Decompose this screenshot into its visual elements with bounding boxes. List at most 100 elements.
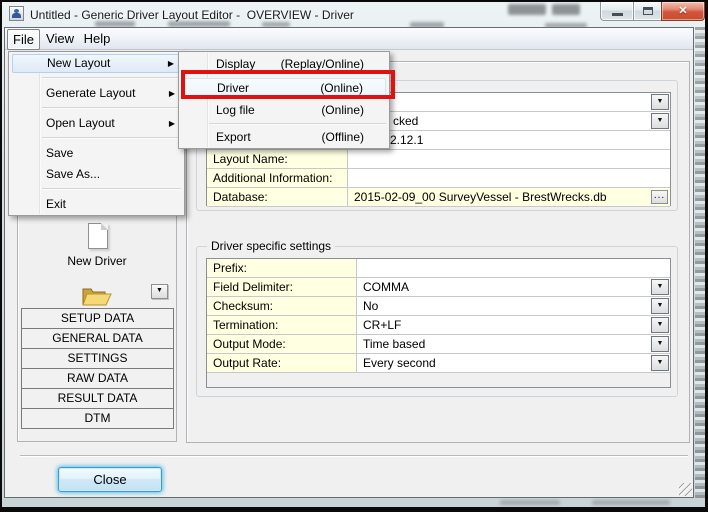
field-value-combobox[interactable] [348,93,670,112]
checksum-combobox[interactable]: No [357,297,670,316]
output-mode-combobox[interactable]: Time based [357,335,670,354]
background-window-artifact [508,4,546,15]
app-icon-person-body [12,13,21,18]
minimize-button[interactable] [600,2,634,21]
field-label: Output Rate: [207,354,357,373]
field-label: Termination: [207,316,357,335]
footer-separator [20,455,688,456]
chevron-down-icon: ▼ [656,98,664,105]
chevron-down-icon: ▼ [656,359,664,366]
menu-help[interactable]: Help [79,29,115,48]
menu-item-generate-layout[interactable]: Generate Layout ▶ [12,84,181,103]
sidebar-button-setup-data[interactable]: SETUP DATA [21,308,174,329]
field-label: Prefix: [207,259,357,278]
dropdown-button[interactable]: ▼ [651,298,669,314]
close-icon: ✕ [678,5,688,17]
mode-hint: (Online) [321,103,364,117]
menu-item-save-as[interactable]: Save As... [12,165,181,184]
sidebar-button-settings[interactable]: SETTINGS [21,348,174,369]
submenu-arrow-icon: ▶ [168,89,175,98]
sidebar-button-dtm[interactable]: DTM [21,408,174,429]
menu-gutter [39,53,40,214]
menu-separator [42,107,181,108]
screenshot: Untitled - Generic Driver Layout Editor … [0,0,708,512]
dropdown-button[interactable]: ▼ [651,317,669,333]
background-window-artifact [500,500,560,505]
maximize-button[interactable] [633,2,662,21]
table-row: Output Mode: Time based ▼ [207,335,670,354]
dropdown-button[interactable]: ▼ [651,279,669,295]
menu-item-open-layout[interactable]: Open Layout ▶ [12,114,181,133]
field-label: Output Mode: [207,335,357,354]
page-fold [101,223,108,230]
resize-grip[interactable] [679,483,692,496]
table-row: Termination: CR+LF ▼ [207,316,670,335]
browse-database-button[interactable]: ... [651,190,668,204]
menu-view[interactable]: View [42,29,78,48]
groupbox-title: Driver specific settings [207,239,336,253]
window-title: Untitled - Generic Driver Layout Editor … [30,8,354,22]
dropdown-button[interactable]: ▼ [651,336,669,352]
menu-separator [42,77,181,78]
chevron-down-icon: ▼ [656,321,664,328]
background-window-artifact [592,500,670,505]
background-window-artifact [552,4,580,15]
menu-bar: File View Help [5,28,693,50]
close-window-button[interactable]: ✕ [661,2,705,21]
menu-item-exit[interactable]: Exit [12,195,181,214]
menu-item-save[interactable]: Save [12,144,181,163]
chevron-down-icon: ▼ [656,340,664,347]
mode-hint: (Offline) [321,130,364,144]
table-row: Checksum: No ▼ [207,297,670,316]
field-label: Database: [207,188,348,207]
new-driver-icon[interactable] [88,223,108,249]
open-folder-icon[interactable] [81,285,113,308]
menu-separator [42,188,181,189]
sidebar-button-raw-data[interactable]: RAW DATA [21,368,174,389]
menu-item-new-layout[interactable]: New Layout ▶ [12,54,181,73]
chevron-down-icon: ▼ [656,283,664,290]
database-field[interactable]: 2015-02-09_00 SurveyVessel - BrestWrecks… [348,188,670,207]
new-layout-submenu: Display (Replay/Online) Driver (Online) … [178,51,390,149]
annotation-highlight-box [181,70,395,99]
field-label: Additional Information: [207,169,348,188]
chevron-down-icon: ▼ [156,287,163,294]
dropdown-button[interactable]: ▼ [651,355,669,371]
folder-dropdown-button[interactable]: ▼ [151,284,168,299]
field-value-combobox[interactable]: cked [348,112,670,131]
sidebar-button-result-data[interactable]: RESULT DATA [21,388,174,409]
maximize-icon [643,7,653,15]
dropdown-button[interactable]: ▼ [651,94,669,110]
layout-name-field[interactable] [348,150,670,169]
table-row: Additional Information: [207,169,670,188]
table-row: Output Rate: Every second ▼ [207,354,670,373]
menu-file[interactable]: File [7,29,40,50]
close-button[interactable]: Close [58,467,162,492]
sidebar-button-general-data[interactable]: GENERAL DATA [21,328,174,349]
submenu-arrow-icon: ▶ [168,119,175,128]
field-label: Field Delimiter: [207,278,357,297]
prefix-field[interactable] [357,259,670,278]
additional-information-field[interactable] [348,169,670,188]
field-label: Checksum: [207,297,357,316]
field-label: Layout Name: [207,150,348,169]
file-menu: New Layout ▶ Generate Layout ▶ Open Layo… [8,51,185,216]
table-row: Layout Name: [207,150,670,169]
menu-separator [209,123,386,124]
new-driver-label: New Driver [67,254,127,268]
submenu-item-log-file[interactable]: Log file (Online) [182,101,386,120]
table-row: Database: 2015-02-09_00 SurveyVessel - B… [207,188,670,207]
field-delimiter-combobox[interactable]: COMMA [357,278,670,297]
window-frame-right [695,27,705,498]
chevron-down-icon: ▼ [656,117,664,124]
dropdown-button[interactable]: ▼ [651,113,669,129]
submenu-item-export[interactable]: Export (Offline) [182,128,386,147]
field-value[interactable]: 2.12.1 [348,131,670,150]
chevron-down-icon: ▼ [656,302,664,309]
driver-settings-table: Prefix: Field Delimiter: COMMA ▼ Checksu… [206,258,671,388]
output-rate-combobox[interactable]: Every second [357,354,670,373]
submenu-arrow-icon: ▶ [167,59,174,68]
table-row: Field Delimiter: COMMA ▼ [207,278,670,297]
minimize-icon [612,13,623,16]
termination-combobox[interactable]: CR+LF [357,316,670,335]
